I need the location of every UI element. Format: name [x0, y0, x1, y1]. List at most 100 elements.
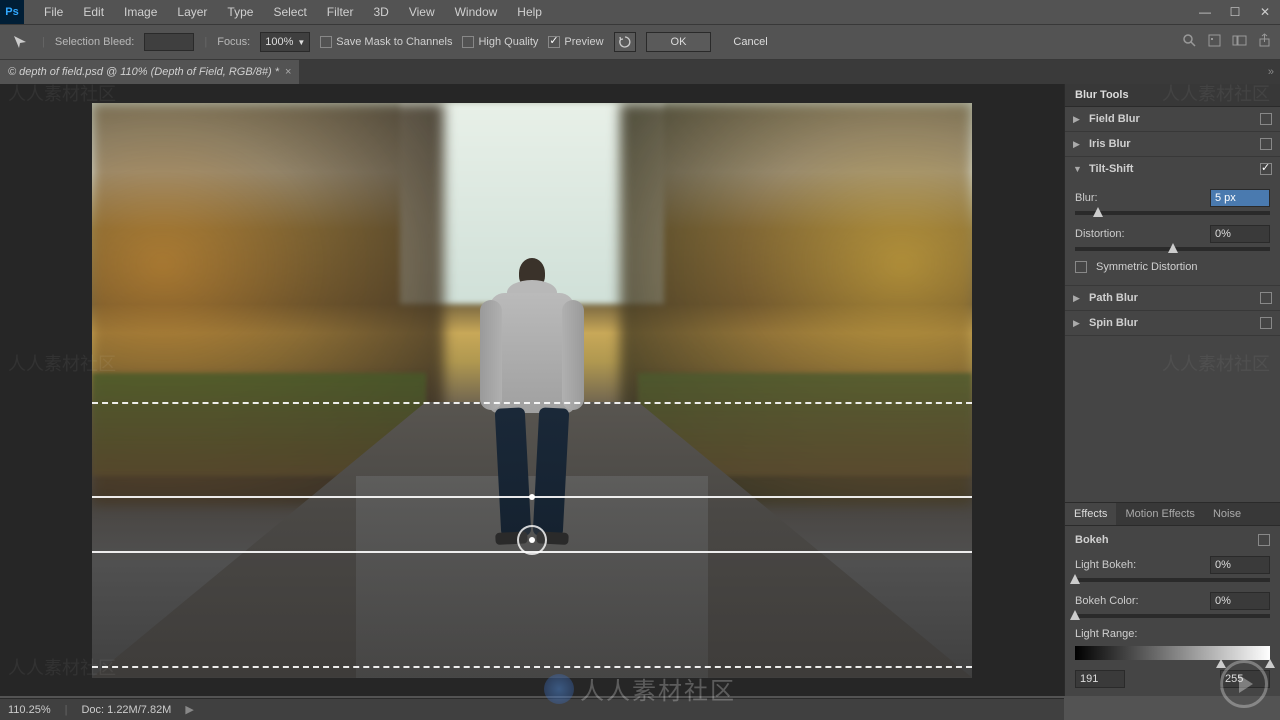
path-blur-section: ▶ Path Blur — [1065, 286, 1280, 311]
tool-icon[interactable] — [8, 30, 32, 54]
canvas[interactable] — [92, 103, 972, 678]
light-range-low-input[interactable] — [1075, 670, 1125, 688]
canvas-area — [0, 84, 1064, 696]
workspace-icon[interactable] — [1232, 33, 1247, 51]
menu-select[interactable]: Select — [263, 1, 316, 23]
save-mask-checkbox[interactable]: Save Mask to Channels — [320, 36, 452, 48]
close-icon[interactable]: ✕ — [1250, 0, 1280, 24]
divider: | — [65, 704, 68, 716]
tilt-shift-feather-bottom[interactable] — [92, 666, 972, 668]
symmetric-distortion-checkbox[interactable]: Symmetric Distortion — [1075, 261, 1270, 273]
effects-tabs: Effects Motion Effects Noise — [1065, 502, 1280, 526]
tilt-shift-pin-top[interactable] — [529, 494, 535, 500]
tab-effects[interactable]: Effects — [1065, 503, 1116, 525]
spin-blur-checkbox[interactable] — [1260, 317, 1272, 329]
field-blur-label: Field Blur — [1089, 113, 1254, 125]
menu-3d[interactable]: 3D — [363, 1, 398, 23]
bokeh-color-label: Bokeh Color: — [1075, 595, 1139, 607]
spin-blur-header[interactable]: ▶ Spin Blur — [1065, 311, 1280, 335]
zoom-level[interactable]: 110.25% — [8, 704, 51, 716]
tilt-shift-feather-top[interactable] — [92, 402, 972, 404]
light-bokeh-slider[interactable] — [1075, 578, 1270, 582]
menu-edit[interactable]: Edit — [73, 1, 114, 23]
focus-select[interactable]: 100% ▼ — [260, 32, 310, 52]
field-blur-checkbox[interactable] — [1260, 113, 1272, 125]
distortion-slider[interactable] — [1075, 247, 1270, 251]
tilt-shift-center-handle[interactable] — [517, 525, 547, 555]
chevron-right-icon[interactable]: ▶ — [185, 703, 193, 716]
maximize-icon[interactable]: ☐ — [1220, 0, 1250, 24]
minimize-icon[interactable]: — — [1190, 0, 1220, 24]
light-range-slider[interactable] — [1075, 646, 1270, 660]
main-row: Blur Tools ▶ Field Blur ▶ Iris Blur ▼ Ti… — [0, 84, 1280, 696]
document-tab-bar: © depth of field.psd @ 110% (Depth of Fi… — [0, 60, 1280, 84]
save-mask-label: Save Mask to Channels — [336, 36, 452, 48]
status-bar: 110.25% | Doc: 1.22M/7.82M ▶ — [0, 698, 1064, 720]
chevron-right-icon: ▶ — [1073, 293, 1083, 304]
document-tab[interactable]: © depth of field.psd @ 110% (Depth of Fi… — [0, 60, 299, 84]
menu-type[interactable]: Type — [217, 1, 263, 23]
tilt-shift-section: ▼ Tilt-Shift Blur: Distortion: Symmetric… — [1065, 157, 1280, 286]
path-blur-checkbox[interactable] — [1260, 292, 1272, 304]
play-icon — [1220, 660, 1268, 708]
path-blur-header[interactable]: ▶ Path Blur — [1065, 286, 1280, 310]
search-icon[interactable] — [1182, 33, 1197, 51]
iris-blur-header[interactable]: ▶ Iris Blur — [1065, 132, 1280, 156]
menubar: File Edit Image Layer Type Select Filter… — [34, 1, 552, 23]
tilt-shift-focus-bottom[interactable] — [92, 551, 972, 553]
path-blur-label: Path Blur — [1089, 292, 1254, 304]
blur-tools-title: Blur Tools — [1065, 84, 1280, 107]
high-quality-checkbox[interactable]: High Quality — [462, 36, 538, 48]
focus-value: 100% — [265, 36, 293, 48]
blur-value-input[interactable] — [1210, 189, 1270, 207]
blur-slider[interactable] — [1075, 211, 1270, 215]
menu-file[interactable]: File — [34, 1, 73, 23]
preview-label: Preview — [564, 36, 603, 48]
menu-window[interactable]: Window — [445, 1, 508, 23]
menu-layer[interactable]: Layer — [167, 1, 217, 23]
logo-watermark: 人人素材社区 — [544, 671, 736, 706]
preview-checkbox[interactable]: Preview — [548, 36, 603, 48]
selection-bleed-label: Selection Bleed: — [55, 36, 135, 48]
tab-motion-effects[interactable]: Motion Effects — [1116, 503, 1204, 525]
bokeh-color-slider[interactable] — [1075, 614, 1270, 618]
document-tab-title: © depth of field.psd @ 110% (Depth of Fi… — [8, 66, 279, 78]
menu-filter[interactable]: Filter — [317, 1, 364, 23]
menu-view[interactable]: View — [399, 1, 445, 23]
frame-icon[interactable] — [1207, 33, 1222, 51]
bokeh-checkbox[interactable] — [1258, 534, 1270, 546]
light-bokeh-input[interactable] — [1210, 556, 1270, 574]
menu-image[interactable]: Image — [114, 1, 167, 23]
app-logo-icon: Ps — [0, 0, 24, 24]
iris-blur-label: Iris Blur — [1089, 138, 1254, 150]
selection-bleed-input[interactable] — [144, 33, 194, 51]
chevron-right-icon: ▶ — [1073, 114, 1083, 125]
tab-noise[interactable]: Noise — [1204, 503, 1250, 525]
field-blur-section: ▶ Field Blur — [1065, 107, 1280, 132]
light-bokeh-label: Light Bokeh: — [1075, 559, 1136, 571]
tilt-shift-header[interactable]: ▼ Tilt-Shift — [1065, 157, 1280, 181]
bokeh-color-input[interactable] — [1210, 592, 1270, 610]
menu-help[interactable]: Help — [507, 1, 552, 23]
spin-blur-label: Spin Blur — [1089, 317, 1254, 329]
iris-blur-checkbox[interactable] — [1260, 138, 1272, 150]
expand-panel-icon[interactable]: » — [1268, 66, 1280, 78]
high-quality-label: High Quality — [478, 36, 538, 48]
bokeh-label: Bokeh — [1075, 534, 1109, 546]
share-icon[interactable] — [1257, 33, 1272, 51]
reset-button[interactable] — [614, 32, 636, 52]
ok-button[interactable]: OK — [646, 32, 712, 52]
distortion-value-input[interactable] — [1210, 225, 1270, 243]
window-controls: — ☐ ✕ — [1190, 0, 1280, 24]
focus-label: Focus: — [217, 36, 250, 48]
chevron-right-icon: ▶ — [1073, 318, 1083, 329]
light-range-label: Light Range: — [1075, 628, 1270, 640]
chevron-down-icon: ▼ — [1073, 164, 1083, 174]
cancel-button[interactable]: Cancel — [721, 33, 779, 51]
field-blur-header[interactable]: ▶ Field Blur — [1065, 107, 1280, 131]
iris-blur-section: ▶ Iris Blur — [1065, 132, 1280, 157]
spin-blur-section: ▶ Spin Blur — [1065, 311, 1280, 336]
tilt-shift-checkbox[interactable] — [1260, 163, 1272, 175]
chevron-right-icon: ▶ — [1073, 139, 1083, 150]
close-tab-icon[interactable]: × — [285, 66, 291, 78]
